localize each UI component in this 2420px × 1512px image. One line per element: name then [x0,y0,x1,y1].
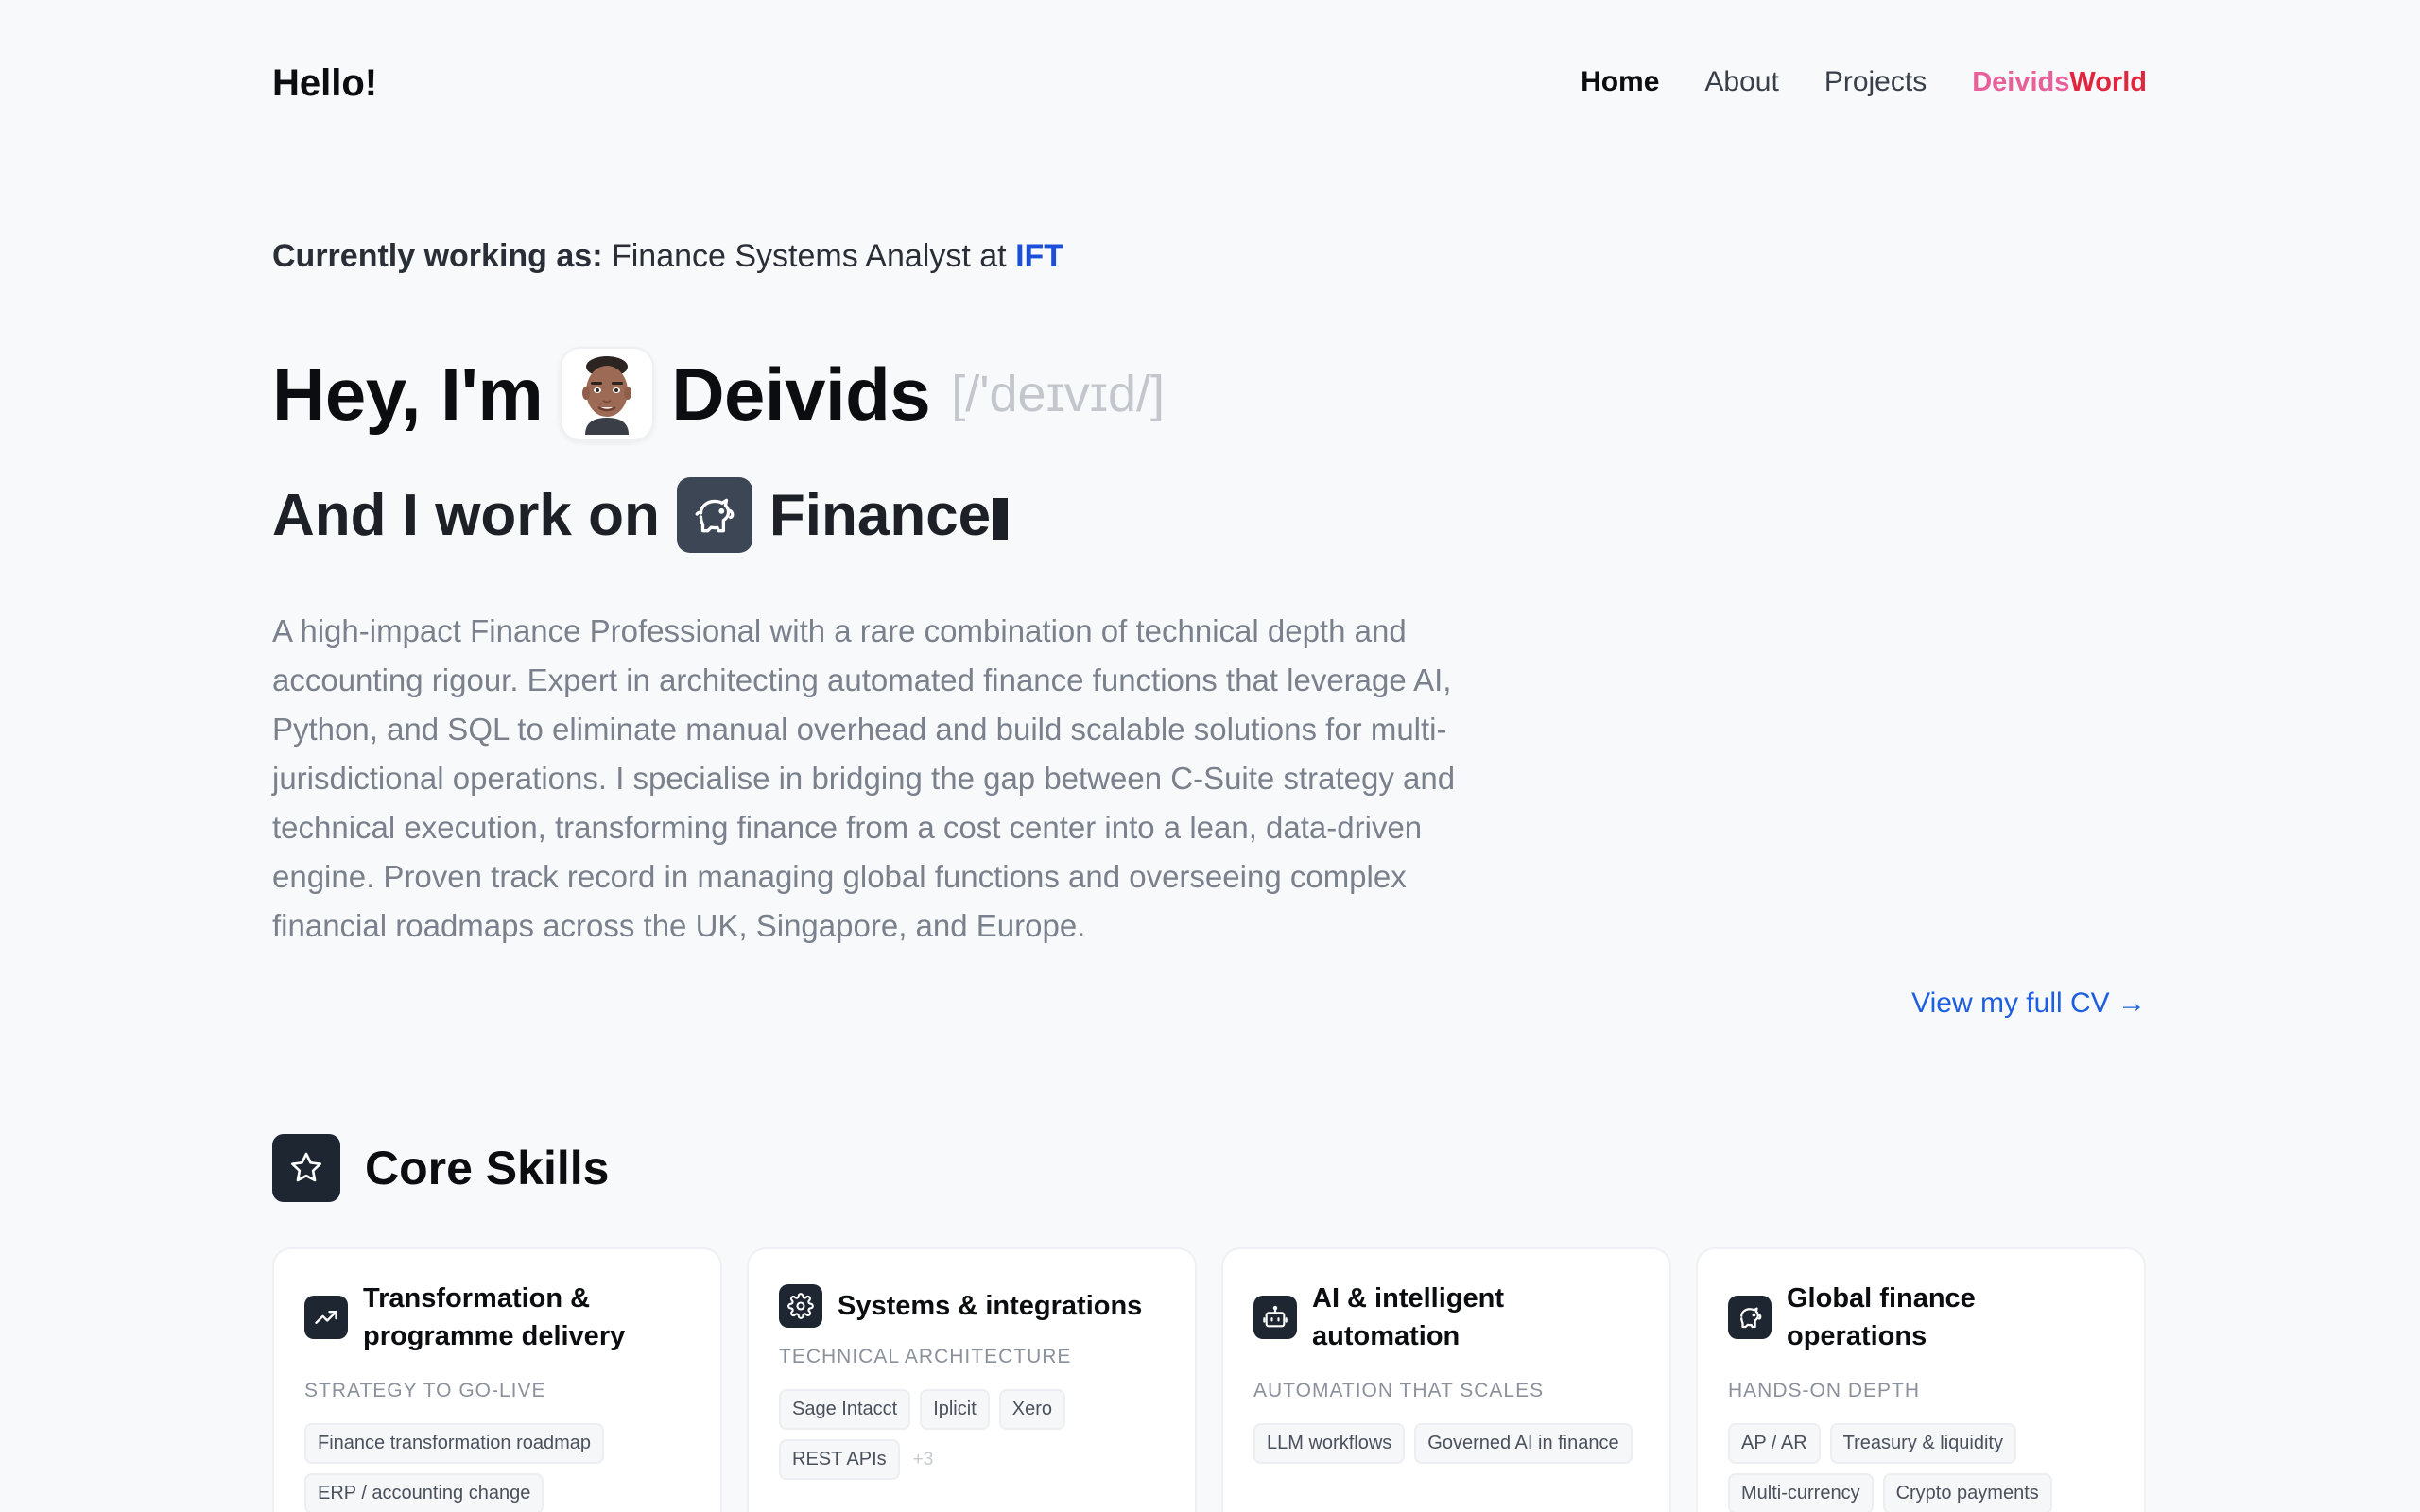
trending-up-icon [304,1296,348,1339]
avatar-icon [560,347,655,441]
nav-deivids-world[interactable]: DeividsWorld [1972,67,2147,98]
skill-tags: AP / AR Treasury & liquidity Multi-curre… [1728,1423,2114,1512]
role-label: Currently working as: [272,238,603,274]
nav-home[interactable]: Home [1581,66,1659,98]
skill-tag: Governed AI in finance [1414,1423,1633,1464]
skill-tag: ERP / accounting change [304,1473,544,1512]
skill-tag: LLM workflows [1253,1423,1406,1464]
page: Hello! Home About Projects DeividsWorld … [0,0,2420,1512]
skill-tag: Multi-currency [1728,1473,1874,1512]
skill-card-title: Transformation & programme delivery [363,1283,626,1351]
greeting-text: Hey, I'm [272,352,544,436]
skill-card-subtitle: TECHNICAL ARCHITECTURE [779,1346,1072,1367]
more-tags-count[interactable]: +3 [913,1450,934,1470]
skill-tag: Sage Intacct [779,1389,911,1430]
gear-icon [779,1284,822,1328]
piggy-bank-icon [676,477,752,553]
piggy-bank-icon [1728,1296,1772,1339]
nav-world-part1: Deivids [1972,67,2070,97]
main-nav: Home About Projects DeividsWorld [1581,66,2147,98]
nav-about[interactable]: About [1704,66,1778,98]
star-icon [272,1134,340,1202]
skill-card-title: AI & intelligent automation [1312,1283,1504,1351]
skill-card-ai[interactable]: AI & intelligent automation AUTOMATION T… [1221,1247,1671,1512]
skill-tag: Treasury & liquidity [1829,1423,2016,1464]
skill-tags: LLM workflows Governed AI in finance [1253,1423,1639,1464]
role-title: Finance Systems Analyst at [611,238,1007,274]
skill-card-transformation[interactable]: Transformation & programme delivery STRA… [272,1247,722,1512]
intro-paragraph: A high-impact Finance Professional with … [272,613,1456,943]
skill-cards: Transformation & programme delivery STRA… [272,1247,2146,1512]
skill-tag: Xero [998,1389,1066,1430]
skill-tag: REST APIs [779,1439,900,1480]
skill-card-subtitle: AUTOMATION THAT SCALES [1253,1380,1545,1401]
hero-name: Deivids [671,352,931,436]
typing-cursor [993,498,1009,541]
nav-projects[interactable]: Projects [1824,66,1927,98]
skill-tag: Finance transformation roadmap [304,1423,605,1464]
brand-title[interactable]: Hello! [272,62,377,105]
skill-tag: Crypto payments [1882,1473,2052,1512]
skill-tag: Iplicit [920,1389,990,1430]
work-field: Finance [769,482,1009,549]
skill-card-title: Global finance operations [1787,1283,1976,1351]
current-role: Currently working as: Finance Systems An… [272,238,1063,275]
skill-card-systems[interactable]: Systems & integrations TECHNICAL ARCHITE… [747,1247,1197,1512]
core-skills-header: Core Skills [272,1134,609,1202]
view-cv-link[interactable]: View my full CV → [1911,988,2146,1020]
skill-card-subtitle: HANDS-ON DEPTH [1728,1380,1921,1401]
hero-greeting-line: Hey, I'm Deivids [/'deɪvɪd/] [272,342,1165,446]
skill-card-global-finance[interactable]: Global finance operations HANDS-ON DEPTH… [1696,1247,2146,1512]
robot-icon [1253,1296,1297,1339]
skill-tags: Sage Intacct Iplicit Xero REST APIs +3 [779,1389,1165,1480]
core-skills-title: Core Skills [365,1142,610,1194]
nav-world-part2: World [2069,67,2147,97]
skill-tag: AP / AR [1728,1423,1821,1464]
skill-card-subtitle: STRATEGY TO GO-LIVE [304,1380,546,1401]
work-prefix: And I work on [272,482,660,548]
pronunciation: [/'deɪvɪd/] [951,366,1166,422]
role-company[interactable]: IFT [1015,238,1063,274]
hero-work-line: And I work on Finance [272,474,1009,556]
skill-card-title: Systems & integrations [838,1291,1143,1321]
work-field-text: Finance [769,482,992,548]
skill-tags: Finance transformation roadmap ERP / acc… [304,1423,690,1512]
